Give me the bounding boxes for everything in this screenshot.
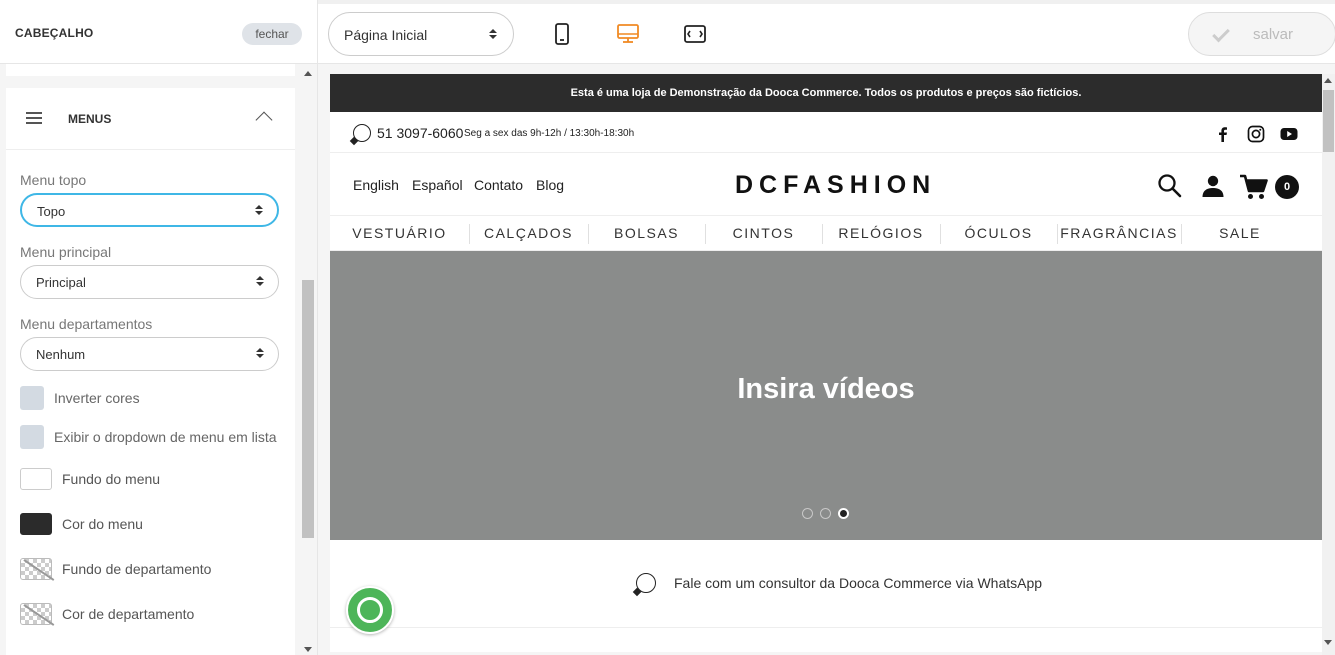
menu-principal-label: Menu principal xyxy=(20,244,112,260)
checkbox-box[interactable] xyxy=(20,425,44,449)
nav-item-relogios[interactable]: RELÓGIOS xyxy=(822,216,940,251)
menus-section-header[interactable]: MENUS xyxy=(6,88,295,150)
whatsapp-banner[interactable]: Fale com um consultor da Dooca Commerce … xyxy=(330,540,1322,628)
whatsapp-float-button[interactable] xyxy=(346,586,394,634)
announcement-bar: Esta é uma loja de Demonstração da Dooca… xyxy=(330,74,1322,112)
cart-count-badge[interactable]: 0 xyxy=(1275,175,1299,199)
hero-text: Insira vídeos xyxy=(737,373,915,405)
link-contato[interactable]: Contato xyxy=(474,177,523,193)
link-english[interactable]: English xyxy=(353,177,399,193)
instagram-icon[interactable] xyxy=(1247,125,1265,143)
check-icon xyxy=(1212,24,1230,43)
whatsapp-icon[interactable] xyxy=(353,124,371,142)
sidebar-header: CABEÇALHO fechar xyxy=(0,0,318,64)
close-button[interactable]: fechar xyxy=(242,23,302,45)
color-label: Cor de departamento xyxy=(62,606,195,622)
color-label: Cor do menu xyxy=(62,516,143,532)
page-select[interactable]: Página Inicial xyxy=(328,12,514,56)
menu-topo-label: Menu topo xyxy=(20,172,87,188)
color-swatch[interactable] xyxy=(20,513,52,535)
menu-principal-value: Principal xyxy=(36,275,86,290)
select-arrows-icon xyxy=(256,348,264,360)
menu-topo-value: Topo xyxy=(37,204,66,219)
nav-item-vestuario[interactable]: VESTUÁRIO xyxy=(330,216,469,251)
user-icon[interactable] xyxy=(1200,173,1226,199)
nav-item-cintos[interactable]: CINTOS xyxy=(705,216,822,251)
scrollbar-thumb[interactable] xyxy=(1323,90,1334,152)
menu-departamentos-select[interactable]: Nenhum xyxy=(20,337,279,371)
menus-section-title: MENUS xyxy=(68,112,112,126)
scroll-up-icon[interactable] xyxy=(304,71,312,76)
whatsapp-icon xyxy=(357,597,383,623)
slider-dot-3[interactable] xyxy=(838,508,849,519)
chevron-up-icon[interactable] xyxy=(255,111,273,129)
slider-dot-2[interactable] xyxy=(820,508,831,519)
hero-banner[interactable]: Insira vídeos xyxy=(330,251,1322,540)
menu-principal-select[interactable]: Principal xyxy=(20,265,279,299)
store-logo[interactable]: DCFASHION xyxy=(735,171,936,200)
mobile-icon[interactable] xyxy=(550,22,574,46)
previous-section-card xyxy=(6,64,295,76)
desktop-icon[interactable] xyxy=(616,22,640,46)
checkbox-label: Inverter cores xyxy=(54,390,140,406)
menu-departamentos-value: Nenhum xyxy=(36,347,86,362)
save-label: salvar xyxy=(1253,26,1294,43)
youtube-icon[interactable] xyxy=(1280,125,1298,143)
select-arrows-icon xyxy=(256,276,264,288)
store-preview: Esta é uma loja de Demonstração da Dooca… xyxy=(330,74,1322,652)
menus-section: MENUS Menu topo Topo Menu principal Prin… xyxy=(6,88,295,655)
select-arrows-icon xyxy=(255,205,263,217)
whatsapp-banner-text: Fale com um consultor da Dooca Commerce … xyxy=(674,575,1043,591)
facebook-icon[interactable] xyxy=(1214,125,1232,143)
scroll-down-icon[interactable] xyxy=(304,647,312,652)
nav-item-oculos[interactable]: ÓCULOS xyxy=(940,216,1057,251)
category-nav: VESTUÁRIO CALÇADOS BOLSAS CINTOS RELÓGIO… xyxy=(330,216,1322,251)
color-swatch[interactable] xyxy=(20,468,52,490)
phone-number[interactable]: 51 3097-6060 xyxy=(377,125,463,141)
checkbox-label: Exibir o dropdown de menu em lista xyxy=(54,429,277,445)
store-header: English Español Contato Blog DCFASHION 0 xyxy=(330,153,1322,216)
checkbox-box[interactable] xyxy=(20,386,44,410)
color-label: Fundo de departamento xyxy=(62,561,212,577)
nav-item-sale[interactable]: SALE xyxy=(1181,216,1299,251)
contact-bar: 51 3097-6060 Seg a sex das 9h-12h / 13:3… xyxy=(330,112,1322,153)
scroll-down-icon[interactable] xyxy=(1324,640,1332,645)
preview-scrollbar[interactable] xyxy=(1322,74,1335,655)
menu-topo-select[interactable]: Topo xyxy=(20,193,279,227)
save-button[interactable]: salvar xyxy=(1188,12,1335,56)
scroll-up-icon[interactable] xyxy=(1324,78,1332,83)
whatsapp-icon xyxy=(636,573,656,593)
sidebar-scrollbar[interactable] xyxy=(300,64,316,655)
fullscreen-icon[interactable] xyxy=(683,22,707,46)
sidebar-panel: MENUS Menu topo Topo Menu principal Prin… xyxy=(0,64,318,655)
select-arrows-icon xyxy=(489,29,497,41)
menu-departamentos-label: Menu departamentos xyxy=(20,316,153,332)
slider-dot-1[interactable] xyxy=(802,508,813,519)
opening-hours: Seg a sex das 9h-12h / 13:30h-18:30h xyxy=(464,128,635,139)
transparent-swatch[interactable] xyxy=(20,558,52,580)
link-blog[interactable]: Blog xyxy=(536,177,564,193)
sidebar-title: CABEÇALHO xyxy=(15,26,94,40)
search-icon[interactable] xyxy=(1157,173,1183,199)
hamburger-icon xyxy=(26,112,42,124)
link-espanol[interactable]: Español xyxy=(412,177,463,193)
nav-item-fragrancias[interactable]: FRAGRÂNCIAS xyxy=(1057,216,1181,251)
cart-icon[interactable] xyxy=(1239,173,1269,201)
transparent-swatch[interactable] xyxy=(20,603,52,625)
color-label: Fundo do menu xyxy=(62,471,161,487)
nav-item-calcados[interactable]: CALÇADOS xyxy=(469,216,588,251)
scrollbar-thumb[interactable] xyxy=(302,280,314,538)
page-select-value: Página Inicial xyxy=(344,27,428,43)
nav-item-bolsas[interactable]: BOLSAS xyxy=(588,216,705,251)
editor-toolbar: Página Inicial salvar xyxy=(318,0,1335,64)
